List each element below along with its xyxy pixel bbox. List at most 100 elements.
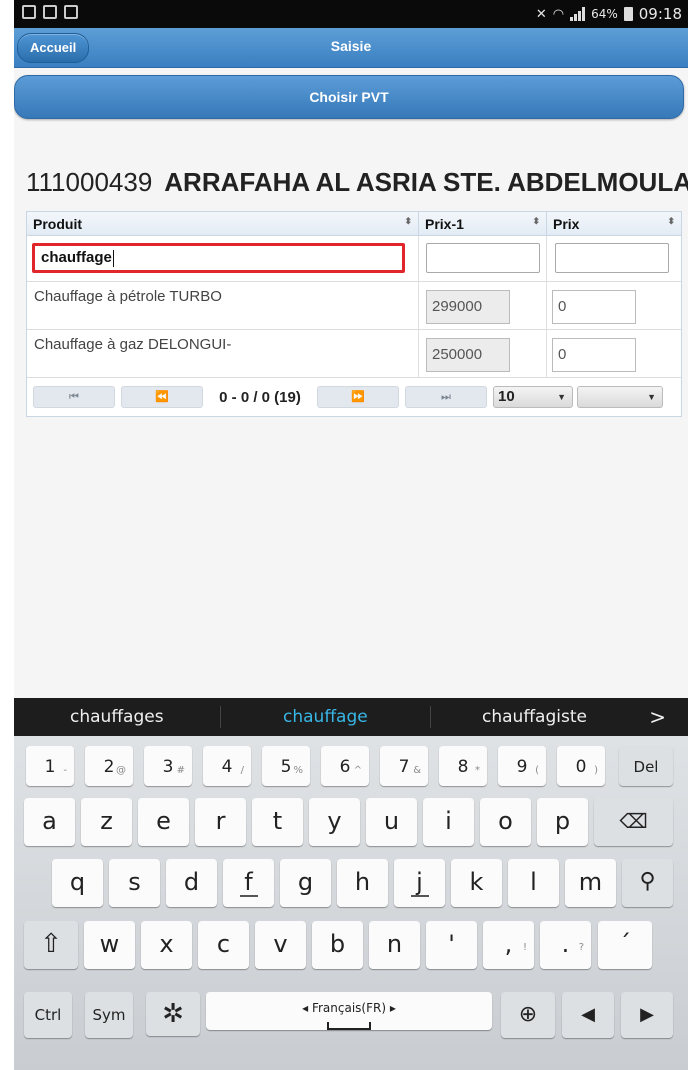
key-z[interactable]: z — [81, 798, 132, 846]
search-icon[interactable]: ⚲ — [622, 859, 673, 907]
suggestion-item[interactable]: chauffage — [283, 707, 368, 727]
backspace-icon[interactable]: ⌫ — [594, 798, 673, 846]
column-label: Prix-1 — [425, 216, 464, 232]
suggestion-item[interactable]: chauffages — [70, 707, 164, 727]
key-h[interactable]: h — [337, 859, 388, 907]
key-label: c — [216, 930, 231, 958]
key-comma[interactable]: ,! — [483, 921, 534, 969]
prix1-filter-input[interactable] — [426, 243, 540, 273]
key-0[interactable]: 0) — [557, 746, 605, 786]
key-label: r — [215, 807, 226, 835]
prix-input[interactable]: 0 — [552, 338, 636, 372]
key-g[interactable]: g — [280, 859, 331, 907]
key-u[interactable]: u — [366, 798, 417, 846]
key-period[interactable]: .? — [540, 921, 591, 969]
choose-pvt-button[interactable]: Choisir PVT — [14, 75, 684, 119]
space-icon — [327, 1022, 371, 1030]
key-q[interactable]: q — [52, 859, 103, 907]
key-1[interactable]: 1- — [26, 746, 74, 786]
battery-icon — [623, 7, 633, 21]
key-b[interactable]: b — [312, 921, 363, 969]
key-2[interactable]: 2 @ — [85, 746, 133, 786]
prix1-value: 250000 — [426, 338, 510, 372]
key-i[interactable]: i — [423, 798, 474, 846]
key-label: s — [128, 868, 141, 896]
key-label: 9 — [516, 757, 528, 777]
key-label: 2 — [103, 757, 115, 777]
suggestion-item[interactable]: chauffagiste — [482, 707, 587, 727]
sort-icon: ⬍ — [404, 216, 412, 226]
key-label: d — [183, 868, 200, 896]
key-x[interactable]: x — [141, 921, 192, 969]
key-9[interactable]: 9( — [498, 746, 546, 786]
key-secondary-label: - — [63, 765, 67, 776]
product-filter-input[interactable]: chauffage — [32, 243, 405, 273]
column-header-prix[interactable]: Prix ⬍ — [547, 212, 681, 235]
key-3[interactable]: 3 # — [144, 746, 192, 786]
last-page-button[interactable]: ⏭ — [405, 386, 487, 408]
del-key[interactable]: Del — [619, 746, 673, 786]
key-c[interactable]: c — [198, 921, 249, 969]
image-notification-icon — [64, 5, 78, 19]
key-v[interactable]: v — [255, 921, 306, 969]
key-y[interactable]: y — [309, 798, 360, 846]
next-page-button[interactable]: ⏩ — [317, 386, 399, 408]
key-e[interactable]: e — [138, 798, 189, 846]
column-header-produit[interactable]: Produit ⬍ — [27, 212, 419, 235]
page-size-value: 10 — [498, 388, 515, 405]
page-size-select[interactable]: 10 ▼ — [493, 386, 573, 408]
key-5[interactable]: 5% — [262, 746, 310, 786]
shift-icon[interactable]: ⇧ — [24, 921, 78, 969]
system-indicators: ✕ ◠ 64% 09:18 — [536, 5, 682, 23]
key-label: a — [42, 807, 57, 835]
key-a[interactable]: a — [24, 798, 75, 846]
cursor-right-icon[interactable]: ▶ — [621, 992, 673, 1038]
key-t[interactable]: t — [252, 798, 303, 846]
secondary-select[interactable]: ▼ — [577, 386, 663, 408]
key-label: 0 — [575, 757, 587, 777]
key-d[interactable]: d — [166, 859, 217, 907]
table-row[interactable]: Chauffage à pétrole TURBO 299000 0 — [27, 282, 681, 330]
key-o[interactable]: o — [480, 798, 531, 846]
cursor-left-icon[interactable]: ◀ — [562, 992, 614, 1038]
key-k[interactable]: k — [451, 859, 502, 907]
globe-icon[interactable]: ⊕ — [501, 992, 555, 1038]
key-n[interactable]: n — [369, 921, 420, 969]
key-label: k — [469, 868, 484, 896]
column-label: Prix — [553, 216, 580, 232]
key-8[interactable]: 8 * — [439, 746, 487, 786]
dropdown-arrow-icon: ▼ — [557, 392, 566, 402]
app-frame: ✕ ◠ 64% 09:18 Accueil Saisie Choisir PVT… — [14, 0, 688, 1070]
key-f[interactable]: f — [223, 859, 274, 907]
key-4[interactable]: 4/ — [203, 746, 251, 786]
key-label: 1 — [44, 757, 56, 777]
sort-icon: ⬍ — [532, 216, 540, 226]
more-suggestions-icon[interactable]: > — [649, 705, 666, 729]
key-j[interactable]: j — [394, 859, 445, 907]
key-p[interactable]: p — [537, 798, 588, 846]
virtual-keyboard: Ctrl Sym ✲ ◂ Français(FR) ▸ ⊕ ◀ ▶ Del ⌫ … — [14, 736, 688, 1070]
key-6[interactable]: 6 ^ — [321, 746, 369, 786]
key-7[interactable]: 7 & — [380, 746, 428, 786]
key-w[interactable]: w — [84, 921, 135, 969]
first-page-button[interactable]: ⏮ — [33, 386, 115, 408]
key-label: , — [504, 930, 513, 958]
screen: ✕ ◠ 64% 09:18 Accueil Saisie Choisir PVT… — [0, 0, 688, 1070]
key-s[interactable]: s — [109, 859, 160, 907]
key-accent[interactable]: ´ — [598, 921, 652, 969]
ctrl-key[interactable]: Ctrl — [24, 992, 72, 1038]
key-m[interactable]: m — [565, 859, 616, 907]
column-header-prix1[interactable]: Prix-1 ⬍ — [419, 212, 547, 235]
space-key[interactable]: ◂ Français(FR) ▸ — [206, 992, 492, 1030]
key-apostrophe[interactable]: ' — [426, 921, 477, 969]
page-title: Saisie — [330, 38, 372, 54]
settings-gear-icon[interactable]: ✲ — [146, 992, 200, 1036]
prix-filter-input[interactable] — [555, 243, 669, 273]
prev-page-button[interactable]: ⏪ — [121, 386, 203, 408]
text-cursor — [112, 249, 114, 267]
key-r[interactable]: r — [195, 798, 246, 846]
key-l[interactable]: l — [508, 859, 559, 907]
table-row[interactable]: Chauffage à gaz DELONGUI- 250000 0 — [27, 330, 681, 378]
sym-key[interactable]: Sym — [85, 992, 133, 1038]
prix-input[interactable]: 0 — [552, 290, 636, 324]
